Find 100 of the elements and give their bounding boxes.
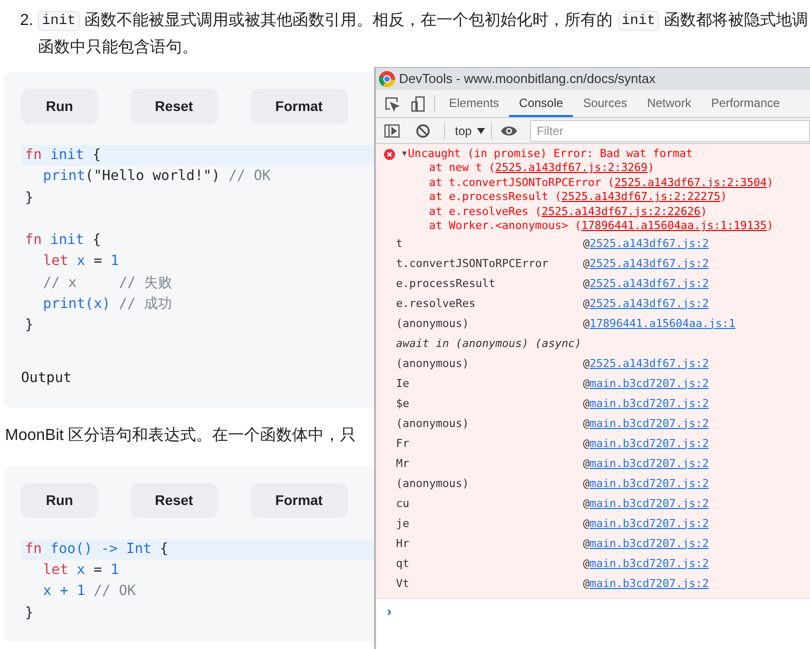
async-label: await in (anonymous) (async) — [396, 336, 582, 350]
stack-trace-line: at new t (2525.a143df67.js:2:3269) — [429, 161, 654, 176]
function-name: $e — [396, 396, 410, 410]
eye-icon[interactable] — [500, 124, 518, 136]
error-text: Uncaught (in promise) Error: Bad wat format — [408, 146, 693, 162]
at-sign: @ — [583, 356, 590, 372]
devtools-tab[interactable]: Elements — [439, 90, 510, 117]
at-sign: @ — [583, 396, 590, 412]
source-link[interactable]: main.b3cd7207.js:2 — [590, 474, 709, 494]
at-sign: @ — [583, 416, 590, 432]
clear-icon[interactable] — [416, 124, 430, 138]
at-sign: @ — [583, 376, 590, 392]
at-sign: @ — [583, 576, 590, 592]
at-sign: @ — [583, 496, 590, 512]
source-link[interactable]: 2525.a143df67.js:2:3504 — [614, 176, 767, 188]
function-name: (anonymous) — [396, 356, 469, 370]
at-sign: @ — [583, 256, 590, 272]
device-icon[interactable] — [410, 96, 426, 112]
inspect-icon[interactable] — [384, 96, 400, 112]
source-link[interactable]: 2525.a143df67.js:2 — [590, 294, 709, 314]
expand-toggle[interactable]: ▼ — [402, 148, 407, 160]
code-line: fn foo() -> Int { — [25, 540, 168, 557]
function-name: e.resolveRes — [396, 296, 476, 310]
at-sign: @ — [583, 436, 590, 452]
code-button[interactable]: Run — [21, 482, 98, 518]
function-name: qt — [396, 556, 410, 570]
function-name: e.processResult — [396, 276, 496, 290]
source-link[interactable]: main.b3cd7207.js:2 — [590, 534, 709, 554]
source-link[interactable]: 2525.a143df67.js:2:3269 — [495, 161, 648, 174]
devtools-tab[interactable]: Network — [637, 90, 702, 117]
code-line: print(x) // 成功 — [43, 296, 172, 312]
source-link[interactable]: 17896441.a15604aa.js:1:19135 — [581, 219, 767, 232]
code-line: let x = 1 — [43, 253, 119, 270]
function-name: t.convertJSONToRPCError — [396, 256, 548, 270]
stack-trace-line: at Worker.<anonymous> (17896441.a15604aa.js:1:19135) — [429, 219, 774, 234]
function-name: je — [396, 516, 410, 530]
code-line: fn init { — [25, 232, 101, 248]
code-line: } — [25, 317, 34, 334]
source-link[interactable]: main.b3cd7207.js:2 — [590, 394, 709, 414]
code-line: // x // 失败 — [43, 274, 172, 291]
stack-trace-line: at t.convertJSONToRPCError (2525.a143df67.js:2:3504) — [429, 176, 774, 190]
source-link[interactable]: 2525.a143df67.js:2:22626 — [542, 204, 701, 218]
at-sign: @ — [583, 476, 590, 492]
browser-logo-icon — [379, 71, 395, 87]
code-line: let x = 1 — [43, 562, 119, 578]
source-link[interactable]: 2525.a143df67.js:2 — [590, 354, 709, 374]
code-line: x + 1 // OK — [43, 583, 136, 600]
function-name: Ie — [396, 376, 410, 390]
source-link[interactable]: 2525.a143df67.js:2 — [590, 274, 709, 294]
stack-trace-line: at e.processResult (2525.a143df67.js:2:22275) — [429, 190, 728, 204]
function-name: (anonymous) — [396, 476, 469, 490]
devtools-tab[interactable]: Sources — [573, 90, 638, 117]
code-line: print("Hello world!") // OK — [43, 168, 271, 184]
caret-icon — [476, 128, 485, 134]
list-number: 2. — [20, 11, 34, 31]
filter-field[interactable]: Filter — [530, 120, 810, 142]
source-link[interactable]: main.b3cd7207.js:2 — [590, 494, 709, 514]
sidebar-toggle-icon[interactable] — [384, 124, 400, 138]
code-button[interactable]: Reset — [130, 482, 218, 518]
at-sign: @ — [583, 276, 590, 292]
prompt-icon[interactable]: › — [387, 602, 392, 618]
source-link[interactable]: main.b3cd7207.js:2 — [590, 554, 709, 574]
function-name: t — [396, 236, 403, 250]
at-sign: @ — [583, 296, 590, 312]
function-name: Hr — [396, 536, 410, 550]
code-button[interactable]: Format — [250, 482, 348, 518]
output-label: Output — [21, 370, 72, 386]
devtools-tab[interactable]: Performance — [701, 90, 790, 117]
at-sign: @ — [583, 516, 590, 532]
at-sign: @ — [583, 556, 590, 572]
code-line: } — [25, 604, 34, 621]
at-sign: @ — [583, 316, 590, 332]
source-link[interactable]: main.b3cd7207.js:2 — [590, 434, 709, 454]
code-line: } — [25, 190, 34, 206]
error-icon — [384, 148, 395, 160]
source-link[interactable]: 2525.a143df67.js:2 — [590, 254, 709, 274]
at-sign: @ — [583, 456, 590, 472]
source-link[interactable]: 2525.a143df67.js:2:22275 — [561, 190, 720, 203]
function-name: Vt — [396, 576, 410, 590]
function-name: Mr — [396, 456, 410, 470]
window-title: DevTools - www.moonbitlang.cn/docs/syntax — [399, 70, 656, 88]
at-sign: @ — [583, 236, 590, 252]
stack-trace-line: at e.resolveRes (2525.a143df67.js:2:22626) — [429, 204, 708, 219]
function-name: (anonymous) — [396, 316, 469, 330]
paragraph: MoonBit 区分语句和表达式。在一个函数体中，只 — [5, 426, 356, 444]
paragraph: init 函数不能被显式调用或被其他函数引用。相反，在一个包初始化时，所有的 init 函数都将被隐式地调 函数中只能包含语句。 — [38, 10, 808, 58]
code-line: fn init { — [25, 147, 101, 163]
source-link[interactable]: main.b3cd7207.js:2 — [590, 574, 709, 594]
context-dropdown[interactable]: top — [444, 122, 492, 140]
code-button[interactable]: Format — [250, 89, 348, 124]
function-name: cu — [396, 496, 410, 510]
source-link[interactable]: main.b3cd7207.js:2 — [590, 374, 709, 394]
source-link[interactable]: main.b3cd7207.js:2 — [590, 454, 709, 474]
function-name: Fr — [396, 436, 410, 450]
code-button[interactable]: Run — [21, 89, 98, 124]
source-link[interactable]: main.b3cd7207.js:2 — [590, 414, 709, 434]
source-link[interactable]: main.b3cd7207.js:2 — [590, 514, 709, 534]
source-link[interactable]: 17896441.a15604aa.js:1 — [590, 314, 736, 334]
code-button[interactable]: Reset — [130, 89, 218, 124]
source-link[interactable]: 2525.a143df67.js:2 — [590, 234, 709, 254]
